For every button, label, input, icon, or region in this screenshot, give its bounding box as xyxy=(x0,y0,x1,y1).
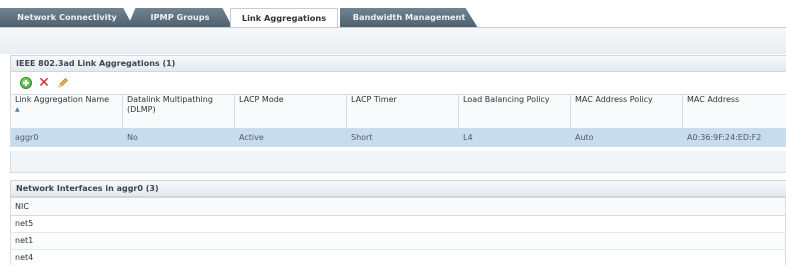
column-label: LACP Mode xyxy=(239,95,284,105)
tab-network-connectivity[interactable]: Network Connectivity xyxy=(0,8,134,28)
tab-label: Link Aggregations xyxy=(241,13,327,23)
cell-nic: net5 xyxy=(10,215,786,233)
column-header-mac-address[interactable]: MAC Address xyxy=(682,94,786,129)
cell-nic: net4 xyxy=(10,249,786,265)
column-label: Load Balancing Policy xyxy=(463,95,550,105)
cell-lacp-timer: Short xyxy=(346,128,459,147)
delete-icon[interactable]: ✕ xyxy=(38,76,50,90)
column-header-mac-policy[interactable]: MAC Address Policy xyxy=(570,94,683,129)
cell-lacp-mode: Active xyxy=(234,128,347,147)
cell-name: aggr0 xyxy=(10,128,123,147)
tab-bar: Network Connectivity IPMP Groups Link Ag… xyxy=(0,0,786,29)
table-row[interactable]: aggr0 No Active Short L4 Auto A0:36:9F:2… xyxy=(10,128,786,147)
cell-dlmp: No xyxy=(122,128,235,147)
interfaces-panel-title: Network Interfaces in aggr0 (3) xyxy=(10,180,786,197)
interfaces-header-row: NIC xyxy=(10,197,786,216)
column-label: LACP Timer xyxy=(351,95,397,105)
table-row[interactable]: net5 xyxy=(10,215,786,233)
column-header-dlmp[interactable]: Datalink Multipathing (DLMP) xyxy=(122,94,235,129)
table-row[interactable]: net1 xyxy=(10,232,786,250)
aggregations-panel-title: IEEE 802.3ad Link Aggregations (1) xyxy=(10,55,786,72)
tab-ipmp-groups[interactable]: IPMP Groups xyxy=(127,8,233,28)
cell-nic: net1 xyxy=(10,232,786,250)
add-icon[interactable] xyxy=(20,77,32,89)
column-header-name[interactable]: Link Aggregation Name ▲ xyxy=(10,94,123,129)
column-header-nic[interactable]: NIC xyxy=(10,197,786,216)
table-row[interactable]: net4 xyxy=(10,249,786,265)
tab-label: Bandwidth Management xyxy=(352,12,466,22)
column-header-lacp-mode[interactable]: LACP Mode xyxy=(234,94,347,129)
column-label: MAC Address xyxy=(687,95,740,105)
column-header-load-balancing[interactable]: Load Balancing Policy xyxy=(458,94,571,129)
cell-mac-address: A0:36:9F:24:ED:F2 xyxy=(682,128,786,147)
tab-bandwidth-management[interactable]: Bandwidth Management xyxy=(340,8,478,28)
tab-label: IPMP Groups xyxy=(150,12,210,22)
aggregations-empty-area xyxy=(10,151,786,173)
tab-label: Network Connectivity xyxy=(17,12,117,22)
column-label: MAC Address Policy xyxy=(575,95,653,105)
cell-load-balancing: L4 xyxy=(458,128,571,147)
column-header-lacp-timer[interactable]: LACP Timer xyxy=(346,94,459,129)
aggregations-toolbar: ✕ xyxy=(10,72,786,94)
tab-link-aggregations[interactable]: Link Aggregations xyxy=(230,8,338,29)
edit-icon[interactable] xyxy=(57,77,69,89)
aggregations-table: Link Aggregation Name ▲ Datalink Multipat… xyxy=(10,94,786,147)
aggregations-header-row: Link Aggregation Name ▲ Datalink Multipat… xyxy=(10,94,786,129)
column-label: Link Aggregation Name xyxy=(15,95,110,105)
cell-mac-policy: Auto xyxy=(570,128,683,147)
sort-ascending-icon: ▲ xyxy=(15,106,20,113)
interfaces-table: NIC net5 net1 net4 xyxy=(10,197,786,265)
content-header-strip xyxy=(0,28,786,54)
column-label: Datalink Multipathing (DLMP) xyxy=(127,95,213,115)
